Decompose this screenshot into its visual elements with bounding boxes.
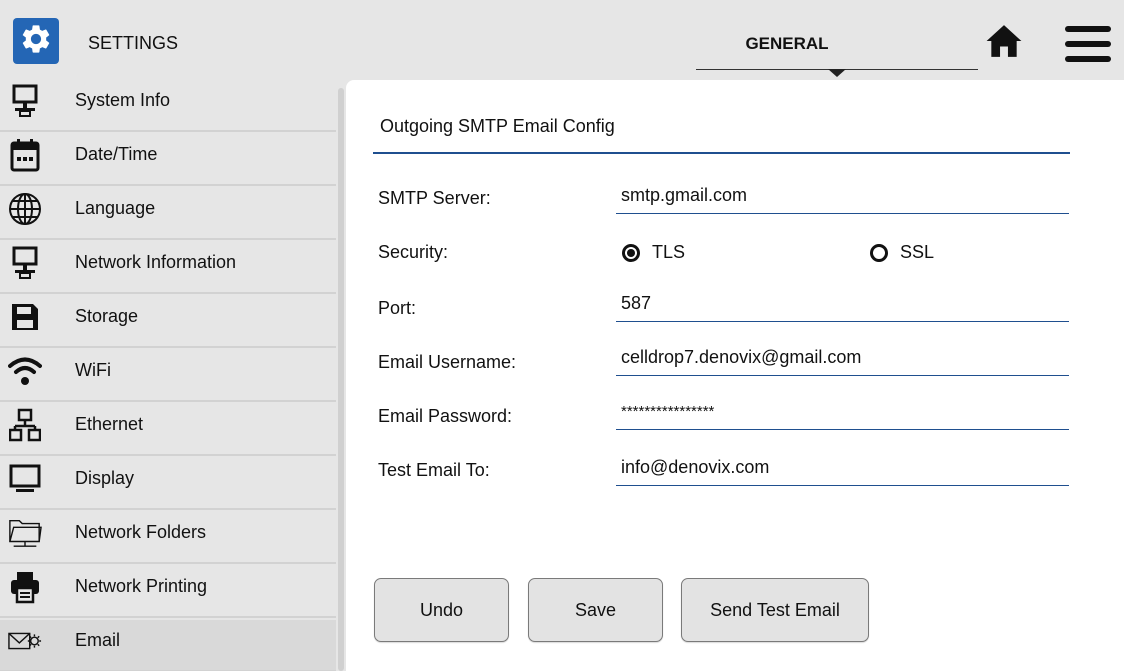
display-icon — [8, 462, 42, 496]
port-label: Port: — [378, 298, 417, 318]
sidebar-item-label: Network Information — [75, 252, 237, 272]
sidebar-item-email[interactable]: Email — [0, 620, 336, 671]
save-button[interactable]: Save — [528, 578, 663, 642]
security-radio-ssl[interactable]: SSL — [870, 242, 934, 263]
menu-button[interactable] — [1063, 26, 1111, 62]
tab-caret-icon — [828, 69, 846, 77]
test-email-to-field[interactable] — [616, 456, 1069, 486]
smtp-server-field[interactable] — [616, 184, 1069, 214]
hamburger-menu-icon-bar — [1065, 56, 1111, 62]
radio-label-tls: TLS — [652, 242, 686, 262]
radio-selected-icon — [622, 243, 640, 262]
security-radio-tls[interactable]: TLS — [622, 242, 685, 263]
calendar-icon — [8, 138, 42, 172]
sidebar-item-network-information[interactable]: Network Information — [0, 242, 336, 294]
sidebar: System Info Date/Time Language Network I… — [0, 80, 336, 671]
sidebar-item-display[interactable]: Display — [0, 458, 336, 510]
test-email-to-label: Test Email To: — [378, 460, 490, 480]
section-divider — [373, 152, 1070, 154]
hamburger-menu-icon-bar — [1065, 41, 1111, 47]
email-config-panel: Outgoing SMTP Email Config SMTP Server: … — [346, 80, 1124, 671]
sidebar-item-label: System Info — [75, 90, 171, 110]
printer-icon — [8, 570, 42, 604]
email-password-field[interactable] — [616, 400, 1069, 430]
sidebar-item-storage[interactable]: Storage — [0, 296, 336, 348]
top-bar: SETTINGS GENERAL — [0, 0, 1124, 88]
sidebar-item-label: Email — [75, 630, 121, 650]
radio-unselected-icon — [870, 243, 888, 262]
sidebar-item-system-info[interactable]: System Info — [0, 80, 336, 132]
gear-icon — [19, 22, 53, 61]
sidebar-item-network-folders[interactable]: Network Folders — [0, 512, 336, 564]
sidebar-item-language[interactable]: Language — [0, 188, 336, 240]
page-title: SETTINGS — [88, 33, 179, 53]
sidebar-item-label: Ethernet — [75, 414, 144, 434]
section-title: Outgoing SMTP Email Config — [380, 116, 615, 136]
ethernet-icon — [8, 408, 42, 442]
monitor-network-icon — [8, 246, 42, 280]
sidebar-item-wifi[interactable]: WiFi — [0, 350, 336, 402]
hamburger-menu-icon — [1065, 26, 1111, 32]
sidebar-item-label: WiFi — [75, 360, 111, 380]
security-label: Security: — [378, 242, 449, 262]
sidebar-item-label: Network Folders — [75, 522, 207, 542]
monitor-network-icon — [8, 84, 42, 118]
settings-app-icon[interactable] — [13, 18, 59, 64]
sidebar-item-label: Storage — [75, 306, 139, 326]
sidebar-item-label: Display — [75, 468, 135, 488]
sidebar-item-label: Language — [75, 198, 156, 218]
sidebar-item-label: Network Printing — [75, 576, 208, 596]
home-icon — [985, 23, 1023, 64]
tab-general[interactable]: GENERAL — [696, 18, 978, 70]
tab-general-label: GENERAL — [745, 34, 829, 53]
floppy-disk-icon — [8, 300, 42, 334]
sidebar-item-date-time[interactable]: Date/Time — [0, 134, 336, 186]
sidebar-scrollbar[interactable] — [338, 88, 344, 671]
globe-icon — [8, 192, 42, 226]
network-folder-icon — [8, 516, 42, 550]
send-test-email-button[interactable]: Send Test Email — [681, 578, 869, 642]
sidebar-item-label: Date/Time — [75, 144, 158, 164]
port-field[interactable] — [616, 292, 1069, 322]
email-settings-icon — [8, 624, 42, 658]
wifi-icon — [8, 354, 42, 388]
radio-label-ssl: SSL — [900, 242, 935, 262]
smtp-server-label: SMTP Server: — [378, 188, 491, 208]
home-button[interactable] — [985, 24, 1023, 62]
email-password-label: Email Password: — [378, 406, 513, 426]
sidebar-item-ethernet[interactable]: Ethernet — [0, 404, 336, 456]
email-username-label: Email Username: — [378, 352, 517, 372]
sidebar-item-network-printing[interactable]: Network Printing — [0, 566, 336, 618]
undo-button[interactable]: Undo — [374, 578, 509, 642]
email-username-field[interactable] — [616, 346, 1069, 376]
